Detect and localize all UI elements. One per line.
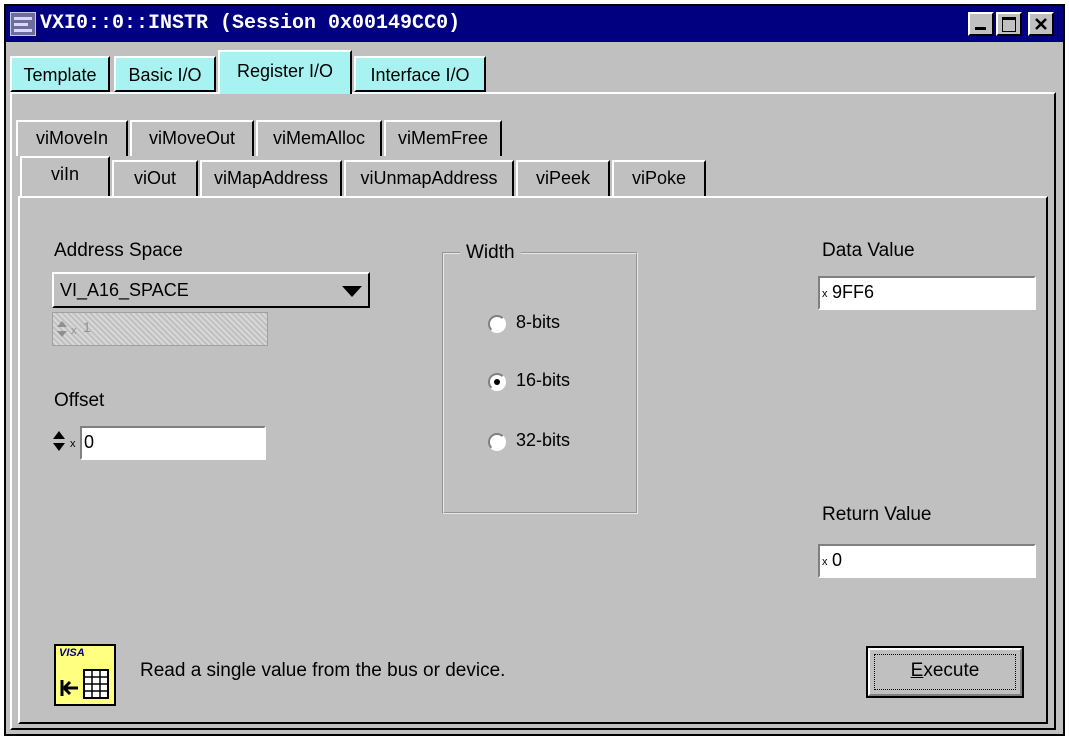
read-register-icon: [60, 669, 109, 699]
data-value-hex-prefix: x: [822, 288, 828, 300]
tab-template[interactable]: Template: [10, 56, 110, 92]
address-space-select[interactable]: VI_A16_SPACE: [52, 272, 370, 308]
offset-spinner-icon[interactable]: [52, 428, 66, 454]
tab-vipeek[interactable]: viPeek: [516, 160, 610, 196]
close-icon: [1035, 18, 1047, 30]
tab-vipoke[interactable]: viPoke: [612, 160, 706, 196]
return-value-hex-prefix: x: [822, 556, 828, 568]
radio-32-bits-circle: [488, 433, 506, 451]
execute-mnemonic: E: [910, 660, 924, 681]
tab-viin[interactable]: viIn: [20, 156, 110, 196]
window-title: VXI0::0::INSTR (Session 0x00149CC0): [40, 12, 461, 35]
tab-vimemalloc[interactable]: viMemAlloc: [256, 120, 382, 156]
return-value-field: x 0: [818, 544, 1036, 578]
radio-16-bits[interactable]: 16-bits: [488, 370, 598, 394]
disabled-spinner-value: 1: [83, 319, 91, 335]
radio-32-bits[interactable]: 32-bits: [488, 430, 598, 454]
offset-label: Offset: [54, 390, 105, 411]
minimize-button[interactable]: [968, 12, 994, 36]
tab-basic-io[interactable]: Basic I/O: [114, 56, 216, 92]
instrument-window: VXI0::0::INSTR (Session 0x00149CC0) Temp…: [4, 4, 1065, 736]
radio-32-bits-label: 32-bits: [516, 430, 571, 450]
app-icon[interactable]: [10, 12, 36, 36]
offset-input[interactable]: 0: [80, 426, 266, 460]
visa-badge-text: VISA: [59, 647, 85, 659]
tab-viunmapaddress[interactable]: viUnmapAddress: [344, 160, 514, 196]
return-value-text: 0: [832, 550, 843, 570]
data-value-input[interactable]: x 9FF6: [818, 276, 1036, 310]
execute-label: xecute: [923, 660, 980, 681]
address-space-spinner-disabled: x 1: [52, 312, 268, 346]
tab-vimovein[interactable]: viMoveIn: [16, 120, 128, 156]
offset-value: 0: [84, 432, 95, 452]
tab-register-io[interactable]: Register I/O: [218, 50, 352, 94]
address-space-value: VI_A16_SPACE: [60, 280, 189, 300]
tab-interface-io[interactable]: Interface I/O: [354, 56, 486, 92]
radio-16-bits-label: 16-bits: [516, 370, 571, 390]
function-description: Read a single value from the bus or devi…: [140, 660, 506, 681]
address-space-label: Address Space: [54, 240, 183, 261]
tab-viout[interactable]: viOut: [112, 160, 198, 196]
title-bar[interactable]: VXI0::0::INSTR (Session 0x00149CC0): [6, 6, 1063, 42]
hex-prefix-icon: x: [71, 325, 77, 337]
tab-vimoveout[interactable]: viMoveOut: [130, 120, 254, 156]
radio-16-bits-circle: [488, 373, 506, 391]
offset-hex-prefix: x: [70, 438, 76, 450]
data-value-label: Data Value: [822, 240, 915, 261]
width-group-label: Width: [460, 242, 521, 264]
close-button[interactable]: [1028, 12, 1054, 36]
visa-badge: VISA: [54, 644, 116, 706]
tab-vimapaddress[interactable]: viMapAddress: [200, 160, 342, 196]
radio-8-bits-circle: [488, 315, 506, 333]
return-value-label: Return Value: [822, 504, 932, 525]
data-value-text: 9FF6: [832, 282, 875, 302]
spinner-arrows-icon: [57, 321, 67, 337]
tab-vimemfree[interactable]: viMemFree: [384, 120, 502, 156]
chevron-down-icon: [342, 286, 362, 297]
execute-button[interactable]: Execute: [866, 646, 1024, 698]
radio-8-bits-label: 8-bits: [516, 312, 561, 332]
radio-8-bits[interactable]: 8-bits: [488, 312, 598, 336]
maximize-button[interactable]: [996, 12, 1022, 36]
